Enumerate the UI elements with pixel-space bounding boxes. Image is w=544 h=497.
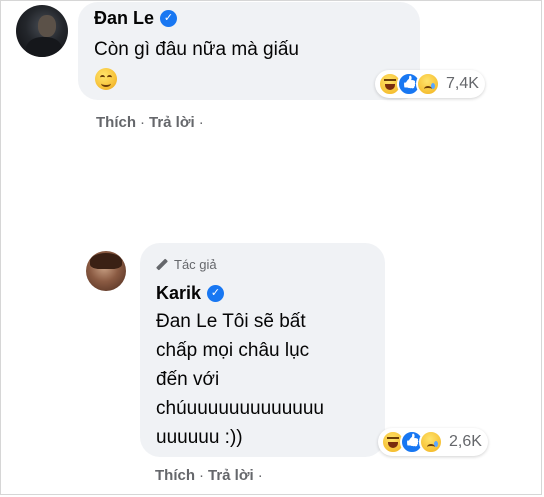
reply-bubble: Tác giả Karik ✓ Đan Le Tôi sẽ bất chấp m… bbox=[140, 243, 385, 457]
avatar-body bbox=[26, 37, 62, 57]
reaction-count: 2,6K bbox=[449, 433, 482, 450]
reaction-icons bbox=[378, 72, 440, 96]
reply-author-row: Karik ✓ bbox=[156, 283, 225, 304]
avatar-face bbox=[38, 15, 56, 37]
comment-actions: Thích · Trả lời · bbox=[96, 114, 204, 131]
comment-emoji bbox=[95, 68, 117, 95]
like-button[interactable]: Thích bbox=[155, 467, 195, 484]
comment-bubble: Đan Le ✓ Còn gì đâu nữa mà giấu bbox=[78, 2, 420, 100]
sad-icon bbox=[419, 430, 443, 454]
separator: · bbox=[140, 114, 145, 131]
sad-icon bbox=[416, 72, 440, 96]
reply-button[interactable]: Trả lời bbox=[149, 114, 195, 131]
reply-actions: Thích · Trả lời · bbox=[155, 467, 263, 484]
separator: · bbox=[199, 467, 204, 484]
avatar-dan-le[interactable] bbox=[16, 5, 68, 57]
reaction-summary[interactable]: 7,4K bbox=[375, 70, 485, 98]
comment-author[interactable]: Đan Le bbox=[94, 8, 154, 29]
separator: · bbox=[198, 114, 204, 131]
avatar-hair bbox=[90, 253, 122, 269]
grinning-face-icon bbox=[95, 68, 117, 90]
comment-text: Còn gì đâu nữa mà giấu bbox=[94, 39, 299, 60]
author-badge: Tác giả bbox=[156, 257, 217, 272]
comment-author-row: Đan Le ✓ bbox=[94, 8, 178, 29]
author-badge-label: Tác giả bbox=[174, 257, 217, 272]
separator: · bbox=[257, 467, 263, 484]
reply-author[interactable]: Karik bbox=[156, 283, 201, 304]
reaction-icons bbox=[381, 430, 443, 454]
reply-text: Đan Le Tôi sẽ bất chấp mọi châu lục đến … bbox=[156, 311, 325, 448]
reply-button[interactable]: Trả lời bbox=[208, 467, 254, 484]
avatar-karik[interactable] bbox=[86, 251, 126, 291]
verified-badge-icon: ✓ bbox=[160, 10, 178, 27]
reaction-count: 7,4K bbox=[446, 75, 479, 92]
like-button[interactable]: Thích bbox=[96, 114, 136, 131]
pencil-icon bbox=[156, 259, 168, 271]
verified-badge-icon: ✓ bbox=[207, 285, 225, 302]
reaction-summary[interactable]: 2,6K bbox=[378, 428, 488, 456]
